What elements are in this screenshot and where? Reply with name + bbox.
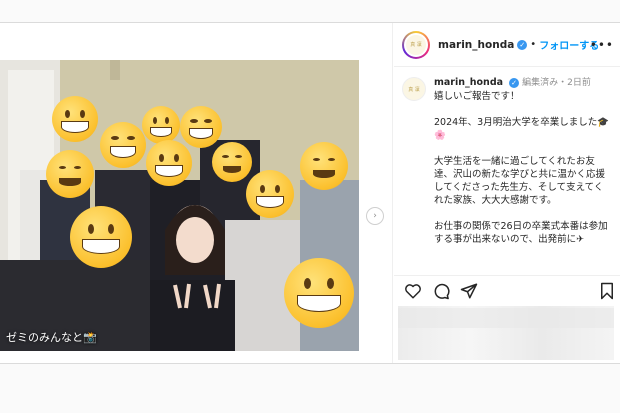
action-bar (394, 275, 620, 305)
face-emoji-smile (46, 150, 94, 198)
heart-icon[interactable] (404, 282, 422, 300)
face-emoji-grin (146, 140, 192, 186)
post-sidebar: 真 凜 marin_honda ✓ • フォローする ••• 真 凜 marin… (394, 23, 620, 363)
face-emoji-grin (52, 96, 98, 142)
page: ゼミのみんなと📸 › 真 凜 marin_honda ✓ • フォローする ••… (0, 0, 620, 413)
instagram-post-card: ゼミのみんなと📸 › 真 凜 marin_honda ✓ • フォローする ••… (0, 22, 620, 364)
face-emoji-squint (180, 106, 222, 148)
profile-avatar-ring[interactable]: 真 凜 (402, 30, 430, 59)
caption-paragraph: 嬉しいご報告です！ (434, 91, 520, 102)
comment-avatar[interactable]: 真 凜 (402, 77, 426, 101)
face-emoji-grin (142, 106, 180, 144)
post-header: 真 凜 marin_honda ✓ • フォローする ••• (394, 23, 620, 67)
verified-badge-icon: ✓ (517, 39, 528, 50)
face-emoji-grin (284, 258, 354, 328)
profile-avatar: 真 凜 (404, 32, 428, 57)
caption-text: 嬉しいご報告です！ 2024年、3月明治大学を卒業しました🎓🌸 大学生活を一緒に… (434, 90, 612, 246)
header-username[interactable]: marin_honda (438, 39, 514, 51)
face-emoji-smile (300, 142, 348, 190)
comment-body: marin_honda ✓ 編集済み・2日前 嬉しいご報告です！ 2024年、3… (434, 76, 612, 259)
image-caption: ゼミのみんなと📸 (6, 331, 97, 344)
bookmark-icon[interactable] (598, 282, 616, 300)
share-icon[interactable] (460, 282, 478, 300)
post-photo[interactable]: ゼミのみんなと📸 (0, 60, 359, 351)
comment-meta: 編集済み・2日前 (522, 78, 591, 88)
face-emoji-grin (246, 170, 294, 218)
face-emoji-squint (100, 122, 146, 168)
caption-comment: 真 凜 marin_honda ✓ 編集済み・2日前 嬉しいご報告です！ 202… (394, 68, 620, 273)
caption-paragraph: 大学生活を一緒に過ごしてくれたお友達、沢山の新たな学びと共に温かく応援してくださ… (434, 156, 606, 206)
face-emoji-grin (70, 206, 132, 268)
comment-icon[interactable] (432, 282, 450, 300)
header-separator: • (530, 39, 537, 50)
caption-paragraph: 2024年、3月明治大学を卒業しました🎓🌸 (434, 117, 610, 141)
next-image-button[interactable]: › (366, 207, 384, 225)
comment-username[interactable]: marin_honda (434, 77, 503, 88)
post-media: ゼミのみんなと📸 › (0, 23, 393, 363)
face-emoji-smile (212, 142, 252, 182)
more-options-icon[interactable]: ••• (590, 38, 614, 52)
caption-paragraph: お仕事の関係で26日の卒業式本番は参加する事が出来ないので、出発前に✈ (434, 221, 608, 245)
verified-badge-icon: ✓ (509, 77, 520, 88)
blurred-region (398, 308, 614, 328)
